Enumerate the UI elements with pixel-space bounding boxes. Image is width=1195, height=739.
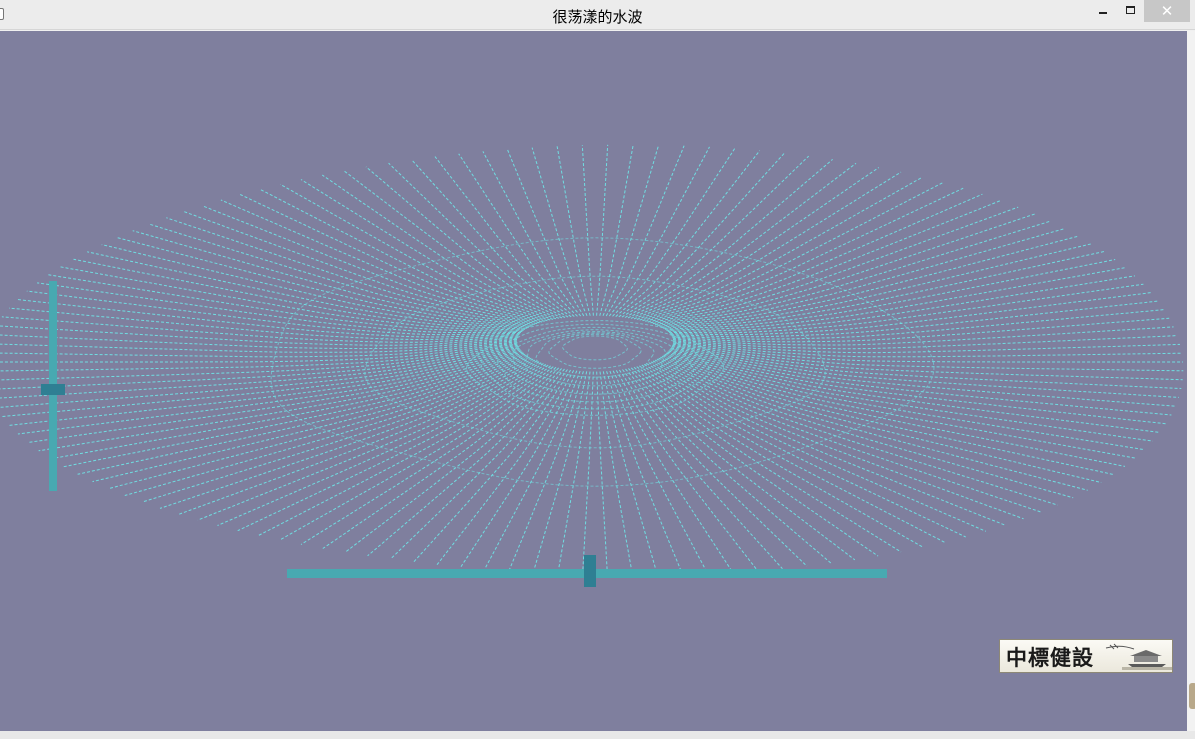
vertical-slider[interactable] xyxy=(40,281,66,491)
bottom-edge xyxy=(0,731,1195,739)
maximize-icon xyxy=(1126,6,1135,14)
maximize-button[interactable] xyxy=(1117,0,1143,22)
logo-text: 中標健設 xyxy=(1006,645,1094,670)
window-title: 很荡漾的水波 xyxy=(552,8,643,26)
close-icon: ✕ xyxy=(1160,2,1174,20)
pavilion-icon xyxy=(1105,643,1172,670)
horizontal-slider[interactable] xyxy=(287,555,887,587)
water-wave-canvas[interactable]: 中標健設 xyxy=(0,31,1187,731)
vertical-slider-thumb[interactable] xyxy=(41,384,65,395)
horizontal-slider-thumb[interactable] xyxy=(584,555,596,587)
minimize-button[interactable] xyxy=(1090,0,1116,22)
company-logo: 中標健設 xyxy=(999,639,1173,673)
title-bar[interactable]: 很荡漾的水波 ✕ xyxy=(0,0,1195,30)
minimize-icon xyxy=(1099,12,1107,14)
water-wave-visualization xyxy=(0,144,1184,576)
resize-handle[interactable] xyxy=(1189,683,1195,709)
close-button[interactable]: ✕ xyxy=(1144,0,1190,22)
right-edge xyxy=(1187,31,1195,731)
